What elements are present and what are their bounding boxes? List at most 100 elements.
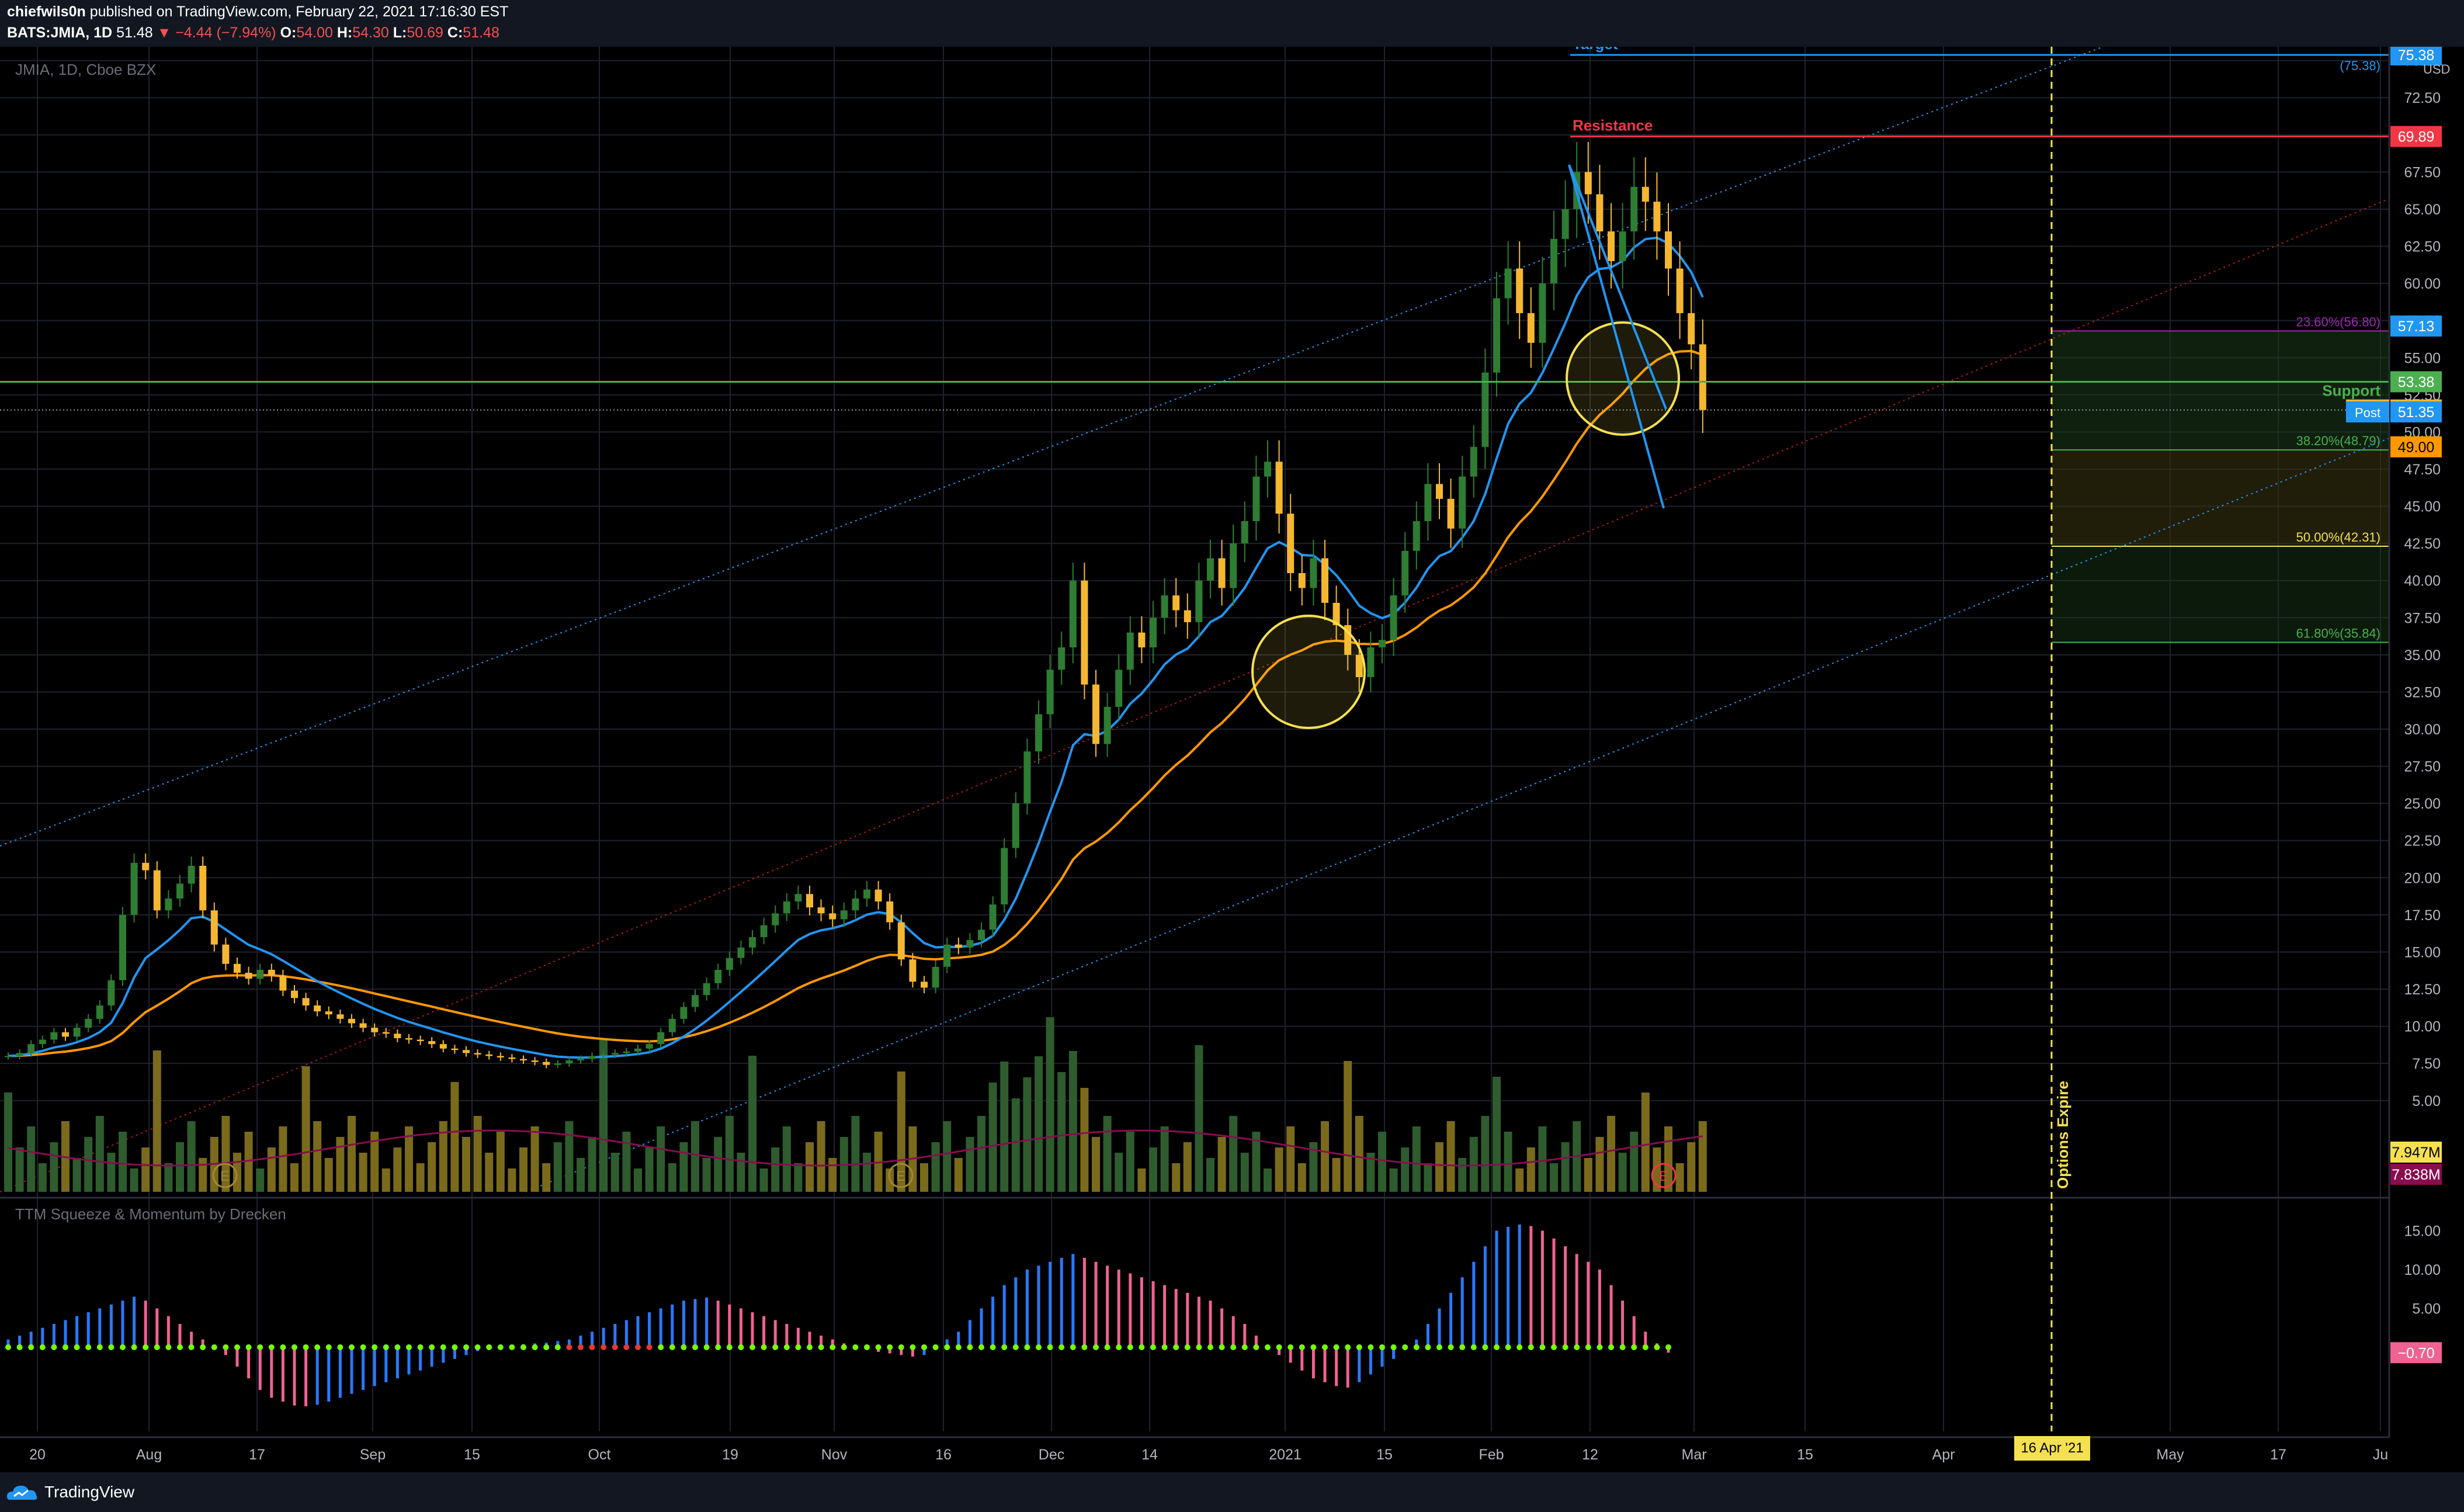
- squeeze-dot: [1619, 1344, 1626, 1350]
- author-name[interactable]: chiefwils0n: [7, 4, 86, 20]
- candle-body: [1516, 268, 1523, 313]
- volume-bar: [1068, 1051, 1077, 1192]
- candle-body: [726, 958, 733, 970]
- candle-body: [1550, 238, 1557, 284]
- squeeze-dot: [360, 1344, 366, 1350]
- highlight-circle: [1566, 321, 1680, 436]
- squeeze-dot: [910, 1344, 916, 1350]
- volume-bar: [1023, 1077, 1032, 1192]
- candle-body: [1230, 543, 1237, 588]
- candle-body: [485, 1054, 493, 1056]
- squeeze-dot: [154, 1344, 160, 1350]
- volume-bar: [336, 1137, 345, 1192]
- squeeze-dot: [1448, 1344, 1454, 1350]
- squeeze-dot: [807, 1344, 813, 1350]
- volume-bar: [679, 1142, 688, 1192]
- volume-bar: [851, 1116, 860, 1192]
- candle-body: [680, 1007, 688, 1019]
- candle-body: [1138, 632, 1146, 648]
- volume-bar: [714, 1137, 723, 1192]
- time-tick-label: Ju: [2373, 1447, 2388, 1463]
- volume-bar: [988, 1083, 997, 1192]
- candle-body: [1676, 268, 1684, 313]
- candle-body: [1527, 313, 1535, 343]
- tradingview-logo[interactable]: TradingView: [7, 1479, 134, 1505]
- volume-bar: [164, 1163, 173, 1192]
- volume-bar: [1046, 1017, 1054, 1192]
- candle-body: [463, 1050, 470, 1053]
- squeeze-dot: [955, 1344, 962, 1350]
- time-tick-label: May: [2156, 1447, 2184, 1463]
- squeeze-dot: [108, 1344, 114, 1350]
- volume-bar: [817, 1121, 825, 1192]
- squeeze-dot: [921, 1344, 927, 1350]
- squeeze-dot: [1333, 1344, 1339, 1350]
- candle-body: [1035, 714, 1042, 752]
- candle-body: [1401, 550, 1409, 596]
- price-change: −4.44 (−7.94%): [175, 25, 276, 41]
- price-tick-label: 27.50: [2404, 759, 2441, 775]
- candle-body: [634, 1048, 641, 1052]
- squeeze-dot: [1173, 1344, 1179, 1350]
- open-value: 54.00: [296, 25, 333, 41]
- price-chart[interactable]: 23.60%(56.80) 38.20%(48.79) 50.00%(42.31) 6…: [0, 0, 2464, 1512]
- volume-bar: [771, 1147, 780, 1192]
- candle-body: [268, 969, 275, 976]
- volume-bar: [1698, 1121, 1707, 1192]
- volume-bar: [84, 1137, 93, 1192]
- candle-body: [1459, 476, 1466, 529]
- volume-bar: [381, 1168, 390, 1192]
- volume-bar: [38, 1163, 47, 1192]
- support-label: Support: [2322, 382, 2380, 399]
- volume-bar: [1275, 1147, 1283, 1192]
- candle-body: [1641, 186, 1649, 202]
- volume-badge-label: 7.947M: [2392, 1145, 2440, 1161]
- volume-bar: [1286, 1126, 1295, 1192]
- squeeze-dot: [51, 1344, 57, 1350]
- squeeze-dot: [474, 1344, 481, 1350]
- options-expire-date-label: 16 Apr '21: [2014, 1436, 2090, 1461]
- close-label: C:: [447, 25, 463, 41]
- volume-bar: [1481, 1116, 1490, 1192]
- volume-bar: [599, 1040, 608, 1192]
- published-text: published on TradingView.com, February 2…: [89, 4, 509, 20]
- candle-body: [520, 1059, 527, 1061]
- volume-bar: [577, 1158, 585, 1192]
- candle-body: [359, 1023, 367, 1028]
- earnings-marker-label: E: [896, 1168, 905, 1184]
- candle-body: [1012, 803, 1019, 848]
- candle-body: [1298, 573, 1306, 588]
- squeeze-dot: [1368, 1344, 1374, 1350]
- squeeze-dot: [818, 1344, 824, 1350]
- candle-body: [577, 1059, 584, 1061]
- squeeze-dot: [692, 1344, 698, 1350]
- candle-body: [1184, 610, 1191, 622]
- volume-bar: [1240, 1153, 1249, 1192]
- squeeze-dot: [1505, 1344, 1511, 1350]
- squeeze-dot: [578, 1344, 584, 1350]
- candle-body: [932, 966, 939, 988]
- candle-body: [62, 1032, 69, 1037]
- ohlc-line: BATS:JMIA, 1D 51.48 ▼ −4.44 (−7.94%) O:5…: [7, 25, 499, 41]
- candle-body: [1287, 514, 1295, 573]
- price-tick-label: 45.00: [2404, 499, 2441, 515]
- time-tick-label: 2021: [1269, 1447, 1302, 1463]
- candle-body: [531, 1060, 539, 1062]
- candle-body: [1619, 231, 1626, 261]
- candle-body: [1630, 186, 1638, 232]
- squeeze-dot: [1081, 1344, 1088, 1350]
- candle-body: [1367, 647, 1375, 677]
- squeeze-dot: [681, 1344, 687, 1350]
- volume-bar: [1183, 1142, 1192, 1192]
- candle-body: [1252, 476, 1260, 521]
- earnings-marker-label: E: [220, 1168, 230, 1184]
- volume-bar: [657, 1126, 665, 1192]
- candle-body: [1241, 521, 1248, 544]
- volume-bar: [152, 1050, 161, 1192]
- candle-body: [279, 976, 287, 991]
- squeeze-dot: [234, 1344, 240, 1350]
- candle-body: [142, 862, 150, 871]
- squeeze-dot: [39, 1344, 46, 1350]
- squeeze-dot: [394, 1344, 401, 1350]
- price-tick-label: 12.50: [2404, 982, 2441, 998]
